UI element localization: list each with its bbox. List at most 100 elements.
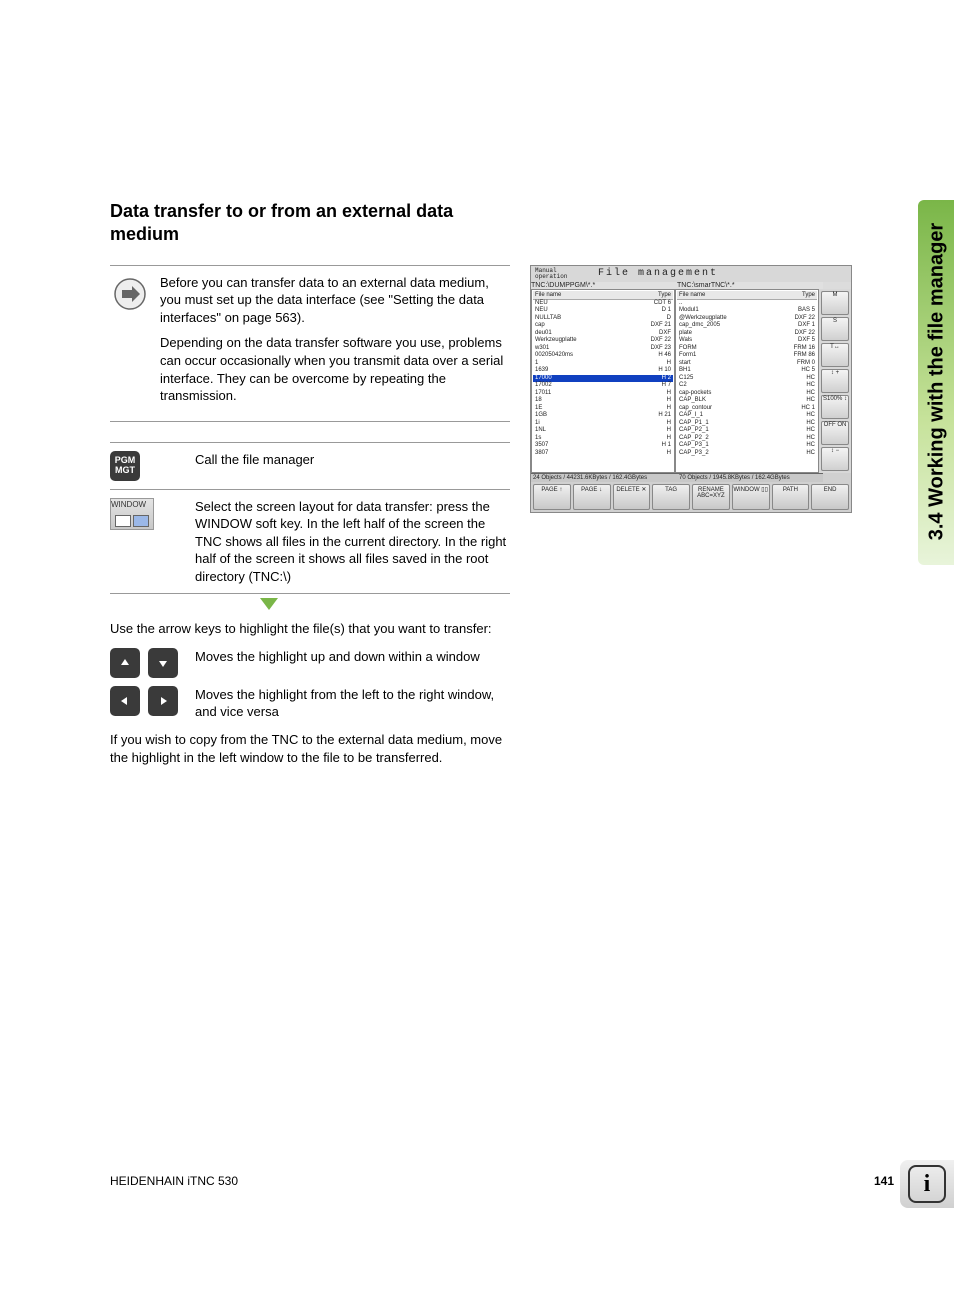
continue-arrow-icon <box>260 598 278 610</box>
file-row: cap_dmc_2005DXF 1 <box>677 322 817 330</box>
file-row: 17002H 7 <box>533 382 673 390</box>
col-header: Type <box>658 292 671 298</box>
info-icon: i <box>908 1165 946 1203</box>
file-row: Modul1BAS 5 <box>677 307 817 315</box>
scr-status-right: 70 Objects / 1945.8KBytes / 162.4GBytes <box>677 473 823 482</box>
scr-status-left: 24 Objects / 44231.6KBytes / 162.4GBytes <box>531 473 677 482</box>
side-button: S100% ↕ <box>821 395 849 419</box>
file-row: 3507H 1 <box>533 442 673 450</box>
file-row: BH1HC 5 <box>677 367 817 375</box>
file-row: CAP_P2_2HC <box>677 435 817 443</box>
file-row: cap-pocketsHC <box>677 390 817 398</box>
scr-side-buttons: MST↔↕ +S100% ↕OFF ON↕ − <box>819 289 851 473</box>
softkey: WINDOW ▯▯ <box>732 484 770 510</box>
file-row: 1EH <box>533 405 673 413</box>
body-paragraph: Use the arrow keys to highlight the file… <box>110 620 510 638</box>
page-heading: Data transfer to or from an external dat… <box>110 200 510 247</box>
window-softkey-icon: WINDOW <box>110 498 154 530</box>
softkey: PAGE ↑ <box>533 484 571 510</box>
file-row: capDXF 21 <box>533 322 673 330</box>
softkey: DELETE ✕ <box>613 484 651 510</box>
key-desc: Moves the highlight up and down within a… <box>195 648 510 666</box>
file-row: CAP_P3_1HC <box>677 442 817 450</box>
file-row: FORMFRM 16 <box>677 345 817 353</box>
file-row: cap_contourHC 1 <box>677 405 817 413</box>
file-row: deu01DXF <box>533 330 673 338</box>
col-header: File name <box>535 292 561 298</box>
note-box: Before you can transfer data to an exter… <box>110 265 510 422</box>
arrow-left-key-icon <box>110 686 140 716</box>
page-footer: HEIDENHAIN iTNC 530 141 <box>110 1174 894 1188</box>
file-row: 3807H <box>533 450 673 458</box>
info-badge: i <box>900 1160 954 1208</box>
col-header: Type <box>802 292 815 298</box>
scr-left-pane: File name Type NEUCDT 6NEUD 1NULLTABD cap… <box>531 289 675 473</box>
file-row: 1NLH <box>533 427 673 435</box>
key-row: Moves the highlight up and down within a… <box>110 648 510 678</box>
file-manager-screenshot: Manual operation File management TNC:\DU… <box>530 265 852 513</box>
softkey: PAGE ↓ <box>573 484 611 510</box>
note-p2: Depending on the data transfer software … <box>160 334 510 404</box>
file-row: 1639H 10 <box>533 367 673 375</box>
file-row: .. <box>677 300 817 308</box>
file-row: Form1FRM 86 <box>677 352 817 360</box>
file-row: plateDXF 22 <box>677 330 817 338</box>
file-row: 002050420msH 46 <box>533 352 673 360</box>
side-button: T↔ <box>821 343 849 367</box>
file-row: WalsDXF 5 <box>677 337 817 345</box>
file-row: CAP_P2_1HC <box>677 427 817 435</box>
key-row: Moves the highlight from the left to the… <box>110 686 510 721</box>
step-row: PGM MGT Call the file manager <box>110 442 510 489</box>
softkey: TAG <box>652 484 690 510</box>
scr-title: File management <box>598 268 718 279</box>
file-row: CAP_P3_2HC <box>677 450 817 458</box>
file-row: @WerkzeugplatteDXF 22 <box>677 315 817 323</box>
scr-right-pane: File name Type .. Modul1BAS 5@Werkzeugpla… <box>675 289 819 473</box>
file-row: 1H <box>533 360 673 368</box>
file-row: WerkzeugplatteDXF 22 <box>533 337 673 345</box>
file-row: 17000H 2 <box>533 375 673 383</box>
softkey: PATH <box>772 484 810 510</box>
body-paragraph: If you wish to copy from the TNC to the … <box>110 731 510 766</box>
file-row: 1sH <box>533 435 673 443</box>
file-row: NEUCDT 6 <box>533 300 673 308</box>
file-row: startFRM 0 <box>677 360 817 368</box>
file-row: w301DXF 23 <box>533 345 673 353</box>
softkey: RENAME ABC=XYZ <box>692 484 730 510</box>
side-button: OFF ON <box>821 421 849 445</box>
page-number: 141 <box>874 1174 894 1188</box>
col-header: File name <box>679 292 705 298</box>
scr-mode: Manual operation <box>535 268 590 280</box>
file-row: 18H <box>533 397 673 405</box>
side-button: ↕ + <box>821 369 849 393</box>
step-text: Select the screen layout for data transf… <box>195 498 510 586</box>
file-row: C2HC <box>677 382 817 390</box>
file-row: CAP_BLKHC <box>677 397 817 405</box>
file-row: 17011H <box>533 390 673 398</box>
file-row: 1iH <box>533 420 673 428</box>
step-row: WINDOW Select the screen layout for data… <box>110 489 510 595</box>
side-button: S <box>821 317 849 341</box>
step-text: Call the file manager <box>195 451 510 481</box>
arrow-down-key-icon <box>148 648 178 678</box>
file-row: CAP_P1_1HC <box>677 420 817 428</box>
note-p1: Before you can transfer data to an exter… <box>160 274 510 327</box>
key-desc: Moves the highlight from the left to the… <box>195 686 510 721</box>
scr-softkey-bar: PAGE ↑PAGE ↓DELETE ✕TAGRENAME ABC=XYZWIN… <box>531 482 851 512</box>
file-row: CAP_I_1HC <box>677 412 817 420</box>
file-row: NULLTABD <box>533 315 673 323</box>
side-button: M <box>821 291 849 315</box>
softkey: END <box>811 484 849 510</box>
arrow-right-key-icon <box>148 686 178 716</box>
file-row: 1GBH 21 <box>533 412 673 420</box>
scr-left-path: TNC:\DUMPPGM\*.* <box>531 282 677 289</box>
arrow-up-key-icon <box>110 648 140 678</box>
scr-right-path: TNC:\smarTNC\*.* <box>677 282 823 289</box>
pgm-mgt-key-icon: PGM MGT <box>110 451 140 481</box>
note-arrow-icon <box>110 274 150 314</box>
file-row: C125HC <box>677 375 817 383</box>
side-button: ↕ − <box>821 447 849 471</box>
file-row: NEUD 1 <box>533 307 673 315</box>
product-name: HEIDENHAIN iTNC 530 <box>110 1174 238 1188</box>
scr-titlebar: Manual operation File management <box>531 266 851 282</box>
